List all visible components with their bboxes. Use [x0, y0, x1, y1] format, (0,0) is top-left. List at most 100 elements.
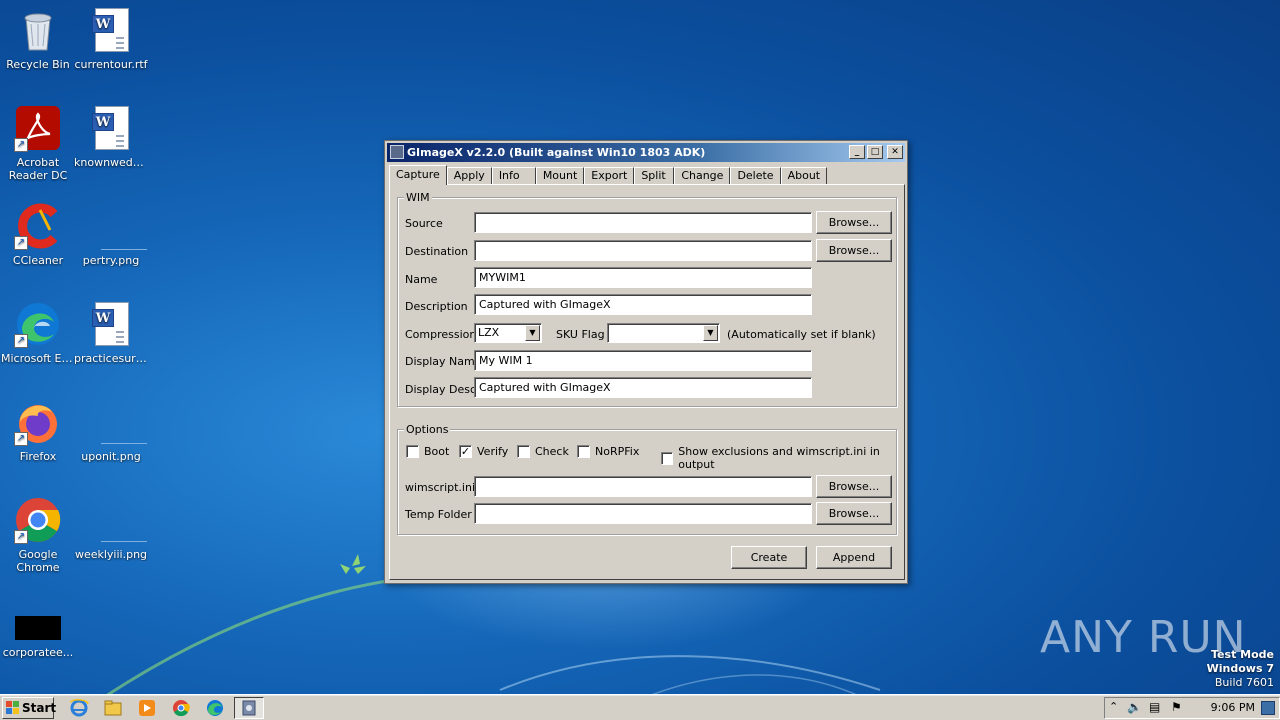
display-name-label: Display Name [405, 355, 482, 368]
show-desktop-icon[interactable] [1261, 701, 1275, 715]
tab-change[interactable]: Change [674, 167, 731, 185]
tab-info[interactable]: Info [491, 167, 536, 185]
shortcut-arrow-icon: ↗ [14, 432, 28, 446]
destination-field[interactable] [474, 240, 812, 261]
desktop-icon-currentour[interactable]: W currentour.rtf [73, 6, 149, 71]
tab-strip: Capture Apply Info Mount Export Split Ch… [389, 165, 828, 185]
network-icon[interactable]: ▤ [1149, 700, 1160, 714]
tab-split[interactable]: Split [634, 167, 675, 185]
wimscript-browse-button[interactable]: Browse... [816, 475, 892, 498]
sku-flag-label: SKU Flag [556, 328, 605, 341]
desktop-icon-firefox[interactable]: ↗ Firefox [0, 398, 76, 463]
minimize-button[interactable]: _ [849, 145, 865, 159]
test-mode-text: Test Mode Windows 7 Build 7601 [1207, 648, 1274, 690]
compression-value: LZX [478, 326, 500, 339]
desktop-icon-edge[interactable]: ↗ Microsoft Edge [0, 300, 76, 365]
name-field[interactable]: MYWIM1 [474, 267, 812, 288]
desktop-icon-ccleaner[interactable]: ↗ CCleaner [0, 202, 76, 267]
black-file-icon [14, 612, 62, 642]
volume-icon[interactable]: 🔈 [1127, 700, 1142, 714]
desktop-icon-label: Google Chrome [16, 548, 60, 574]
ie-icon[interactable] [68, 698, 90, 718]
compression-select[interactable]: LZX ▼ [474, 323, 542, 343]
source-field[interactable] [474, 212, 812, 233]
desktop-icon-label: knownweddi... [74, 156, 149, 169]
test-mode-line1: Test Mode [1211, 648, 1274, 661]
tab-mount[interactable]: Mount [535, 167, 585, 185]
desktop-icon-label: practicesurv... [74, 352, 149, 365]
taskbar: Start ⌃ 🔈 ▤ ⚑ 9:06 PM [0, 694, 1280, 720]
test-mode-line2: Windows 7 [1206, 662, 1274, 675]
boot-label: Boot [424, 445, 450, 458]
wim-legend: WIM [404, 191, 432, 204]
create-button[interactable]: Create [731, 546, 807, 569]
check-label: Check [535, 445, 569, 458]
tab-capture[interactable]: Capture [389, 165, 447, 185]
close-button[interactable]: ✕ [887, 145, 903, 159]
desktop-icon-knownweddi[interactable]: W knownweddi... [73, 104, 149, 169]
compression-label: Compression [405, 328, 477, 341]
desktop-icon-pertry[interactable]: pertry.png [73, 202, 149, 267]
desktop-icon-acrobat[interactable]: ↗ Acrobat Reader DC [0, 104, 76, 182]
checkmark-icon[interactable]: ✓ [459, 445, 472, 458]
desktop-icon-uponit[interactable]: uponit.png [73, 398, 149, 463]
boot-checkbox[interactable]: Boot [406, 445, 449, 458]
desktop-icon-corporatee[interactable]: corporatee... [0, 612, 76, 659]
name-label: Name [405, 273, 438, 286]
chevron-down-icon[interactable]: ▼ [703, 325, 718, 341]
desktop-icon-label: Recycle Bin [6, 58, 70, 71]
chevron-down-icon[interactable]: ▼ [525, 325, 540, 341]
wimscript-field[interactable] [474, 476, 812, 497]
start-button[interactable]: Start [2, 697, 56, 719]
chrome-icon[interactable] [170, 698, 192, 718]
show-hidden-icons-icon[interactable]: ⌃ [1109, 700, 1118, 713]
tab-delete[interactable]: Delete [730, 167, 781, 185]
capture-panel: WIM Source Browse... Destination Browse.… [389, 184, 905, 580]
desktop-icon-label: corporatee... [2, 646, 74, 659]
tab-apply[interactable]: Apply [446, 167, 492, 185]
explorer-icon[interactable] [102, 698, 124, 718]
check-checkbox[interactable]: Check [517, 445, 569, 458]
edge-icon[interactable] [204, 698, 226, 718]
verify-checkbox[interactable]: ✓ Verify [459, 445, 508, 458]
chrome-icon: ↗ [14, 496, 62, 544]
png-file-icon [87, 398, 147, 446]
desktop-icon-weeklyiii[interactable]: weeklyiii.png [73, 496, 149, 561]
sku-flag-select[interactable]: ▼ [607, 323, 720, 343]
desktop-icon-label: Firefox [19, 450, 57, 463]
boot-box[interactable] [406, 445, 419, 458]
window-title: GImageX v2.2.0 (Built against Win10 1803… [407, 146, 706, 159]
norpfix-checkbox[interactable]: NoRPFix [577, 445, 639, 458]
firefox-icon: ↗ [14, 398, 62, 446]
gimagex-app-icon [390, 145, 404, 159]
system-tray: ⌃ 🔈 ▤ ⚑ 9:06 PM [1104, 697, 1280, 719]
desktop-icon-recycle-bin[interactable]: Recycle Bin [0, 6, 76, 71]
maximize-button[interactable]: □ [867, 145, 883, 159]
display-desc-field[interactable]: Captured with GImageX [474, 377, 812, 398]
destination-browse-button[interactable]: Browse... [816, 239, 892, 262]
append-button[interactable]: Append [816, 546, 892, 569]
desktop-icon-practicesurv[interactable]: W practicesurv... [73, 300, 149, 365]
display-name-field[interactable]: My WIM 1 [474, 350, 812, 371]
clock[interactable]: 9:06 PM [1211, 701, 1255, 714]
show-exclusions-box[interactable] [661, 451, 674, 465]
title-bar[interactable]: GImageX v2.2.0 (Built against Win10 1803… [387, 143, 905, 162]
gimagex-window: GImageX v2.2.0 (Built against Win10 1803… [384, 140, 908, 584]
source-browse-button[interactable]: Browse... [816, 211, 892, 234]
gimagex-taskbar-icon[interactable] [234, 697, 264, 719]
media-player-icon[interactable] [136, 698, 158, 718]
tab-about[interactable]: About [780, 167, 828, 185]
show-exclusions-checkbox[interactable]: Show exclusions and wimscript.ini in out… [661, 445, 904, 471]
check-box[interactable] [517, 445, 530, 458]
temp-folder-field[interactable] [474, 503, 812, 524]
png-file-icon [87, 496, 147, 544]
norpfix-box[interactable] [577, 445, 590, 458]
action-center-flag-icon[interactable]: ⚑ [1171, 700, 1182, 714]
tab-export[interactable]: Export [584, 167, 635, 185]
verify-label: Verify [477, 445, 509, 458]
destination-label: Destination [405, 245, 469, 258]
description-label: Description [405, 300, 468, 313]
description-field[interactable]: Captured with GImageX [474, 294, 812, 315]
desktop-icon-chrome[interactable]: ↗ Google Chrome [0, 496, 76, 574]
temp-folder-browse-button[interactable]: Browse... [816, 502, 892, 525]
